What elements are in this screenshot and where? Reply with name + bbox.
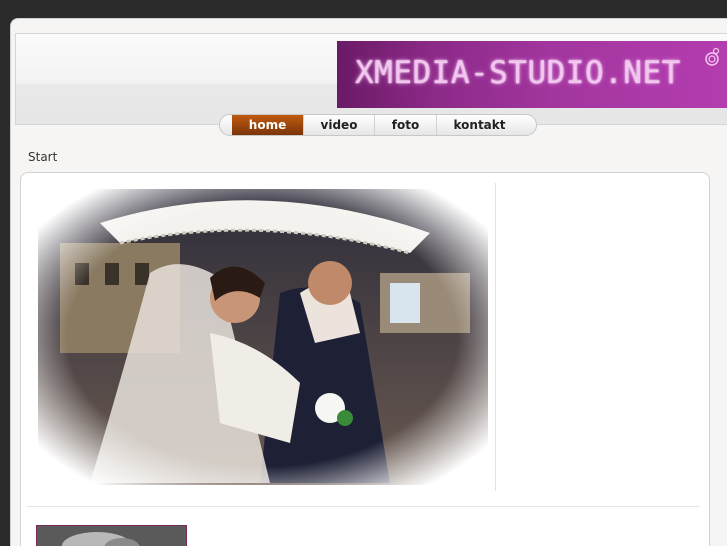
banner-title: XMEDIA-STUDIO.NET (355, 55, 681, 91)
hero-wedding-photo (30, 183, 496, 491)
nav-item-foto[interactable]: foto (375, 115, 437, 135)
site-banner-logo[interactable]: XMEDIA-STUDIO.NET (337, 41, 727, 108)
welcome-heading-cut-off (229, 533, 237, 546)
nav-item-kontakt[interactable]: kontakt (437, 115, 522, 135)
content-divider (27, 506, 699, 507)
main-navigation: home video foto kontakt (219, 114, 537, 136)
nav-item-video[interactable]: video (304, 115, 375, 135)
camera-swirl-icon (705, 47, 720, 66)
nav-item-home[interactable]: home (232, 115, 304, 135)
content-panel (20, 172, 710, 546)
article-thumbnail[interactable] (36, 525, 187, 546)
page: XMEDIA-STUDIO.NET home video foto kontak… (10, 18, 727, 546)
breadcrumb[interactable]: Start (28, 150, 57, 164)
